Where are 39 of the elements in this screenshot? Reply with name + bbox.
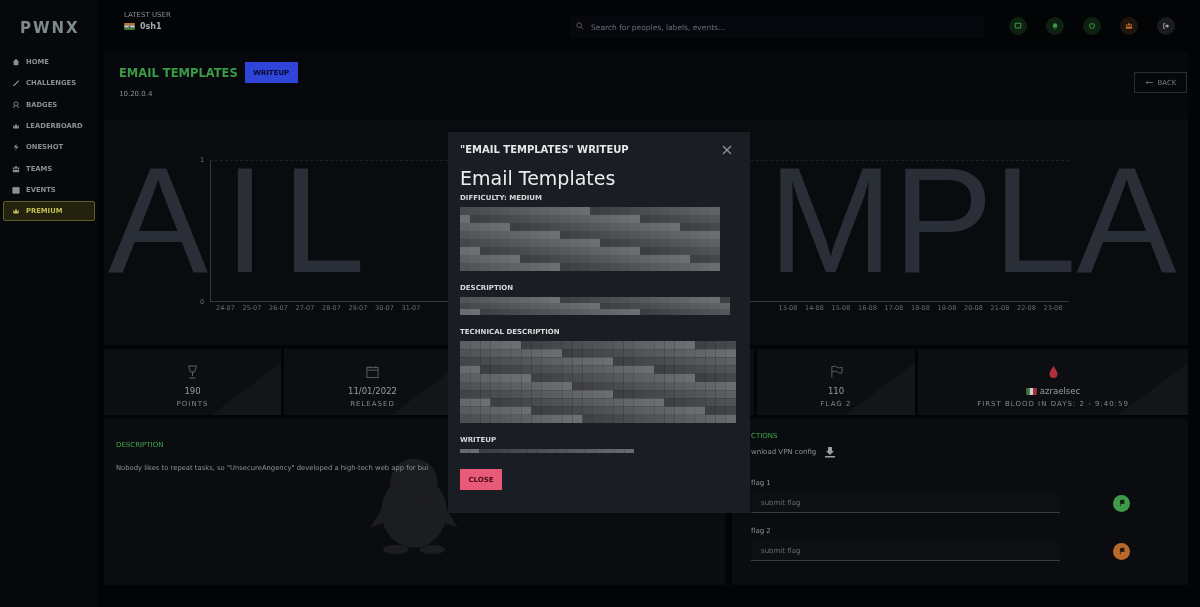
writeup-heading: Email Templates <box>460 167 616 189</box>
nav-icon <box>12 79 20 88</box>
nav-icon <box>12 143 20 152</box>
stat-value: 110 <box>827 386 845 396</box>
settings-icon <box>1088 22 1096 30</box>
latest-user-name[interactable]: 0sh1 <box>140 22 162 31</box>
stat-value: azraelsec <box>1039 386 1081 396</box>
calendar-icon <box>366 365 379 379</box>
nav-icon <box>12 100 20 109</box>
download-icon[interactable] <box>824 446 837 458</box>
flag-icon <box>1025 387 1037 395</box>
nav-icon <box>12 122 20 131</box>
logout-icon <box>1162 22 1170 30</box>
flag-icon <box>1117 499 1126 507</box>
teams-button[interactable] <box>1120 17 1138 35</box>
nav-icon <box>12 207 20 216</box>
submit-flag-button[interactable] <box>1113 494 1130 512</box>
notifications-button[interactable] <box>1046 17 1064 35</box>
nav-icon <box>12 164 20 173</box>
logo: PWNX <box>20 19 81 37</box>
stat-value: 190 <box>184 386 201 396</box>
trophy-icon <box>186 365 199 379</box>
nav-icon <box>12 185 20 194</box>
flag-icon <box>829 365 843 379</box>
settings-button[interactable] <box>1083 17 1101 35</box>
logout-button[interactable] <box>1157 17 1175 35</box>
dialog-title: "EMAIL TEMPLATES" WRITEUP <box>460 144 629 155</box>
chat-icon <box>1014 22 1022 30</box>
chat-button[interactable] <box>1009 17 1027 35</box>
submit-flag-button[interactable] <box>1113 542 1130 560</box>
bell-icon <box>1051 22 1059 30</box>
stat-value: 11/01/2022 <box>348 386 397 396</box>
challenge-title: EMAIL TEMPLATES <box>119 65 238 80</box>
close-icon[interactable] <box>722 144 732 155</box>
nav-icon <box>12 58 20 67</box>
people-icon <box>1125 22 1133 30</box>
arrow-left-icon <box>1144 80 1154 85</box>
flag-icon <box>124 23 135 30</box>
flag-icon <box>1117 547 1126 555</box>
